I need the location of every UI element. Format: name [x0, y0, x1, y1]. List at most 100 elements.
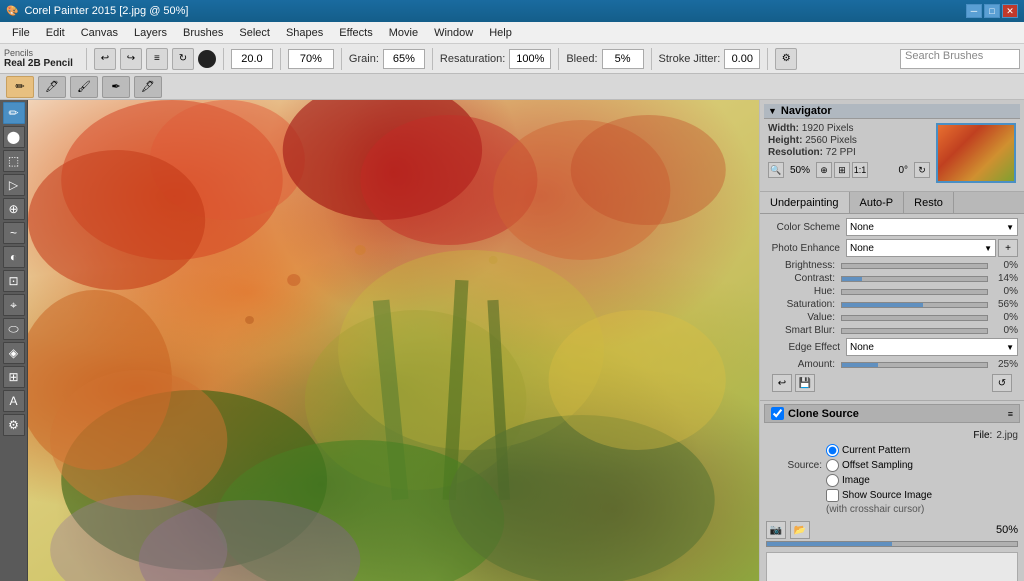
brush-icon-2[interactable]: 🖊 — [38, 76, 66, 98]
clone-open[interactable]: 📂 — [790, 521, 810, 539]
photo-enhance-row: Photo Enhance None + — [766, 239, 1018, 257]
photo-enhance-add[interactable]: + — [998, 239, 1018, 257]
resat-input[interactable]: 100% — [509, 49, 551, 69]
undo-btn[interactable]: ↩ — [772, 374, 792, 392]
size-input[interactable]: 20.0 — [231, 49, 273, 69]
clone-capture[interactable]: 📷 — [766, 521, 786, 539]
save-btn[interactable]: 💾 — [795, 374, 815, 392]
nav-100[interactable]: 1:1 — [852, 162, 868, 178]
value-row: Value: 0% — [766, 312, 1018, 323]
tool-pencil[interactable]: ✏ — [3, 102, 25, 124]
brush-icon-3[interactable]: 🖌 — [70, 76, 98, 98]
bleed-input[interactable]: 5% — [602, 49, 644, 69]
brush-icon-4[interactable]: ✒ — [102, 76, 130, 98]
canvas-area[interactable] — [28, 100, 759, 581]
menu-help[interactable]: Help — [481, 25, 520, 41]
amount-label: Amount: — [766, 359, 841, 370]
window-controls[interactable]: ─ □ ✕ — [966, 4, 1018, 18]
contrast-slider[interactable] — [841, 276, 988, 282]
tool-fill[interactable]: ▷ — [3, 174, 25, 196]
tool-eraser[interactable]: ⬚ — [3, 150, 25, 172]
brush-rotate-btn[interactable]: ↻ — [172, 48, 194, 70]
menu-canvas[interactable]: Canvas — [73, 25, 126, 41]
source-image[interactable]: Image — [826, 474, 913, 487]
tab-underpainting[interactable]: Underpainting — [760, 192, 850, 213]
clone-menu-icon[interactable]: ≡ — [1008, 409, 1013, 419]
smart-blur-val: 0% — [988, 325, 1018, 336]
clone-header[interactable]: Clone Source ≡ — [764, 404, 1020, 423]
minimize-button[interactable]: ─ — [966, 4, 982, 18]
clone-opacity-slider[interactable] — [766, 541, 1018, 547]
tab-auto-p[interactable]: Auto-P — [850, 192, 905, 213]
grain-label: Grain: — [349, 53, 379, 65]
color-scheme-select[interactable]: None — [846, 218, 1018, 236]
amount-slider[interactable] — [841, 362, 988, 368]
nav-rotate[interactable]: ↻ — [914, 162, 930, 178]
tool-layer-adjust[interactable]: ⚙ — [3, 414, 25, 436]
tool-shape[interactable]: ⊞ — [3, 366, 25, 388]
tool-transform[interactable]: ⌖ — [3, 294, 25, 316]
menu-window[interactable]: Window — [426, 25, 481, 41]
menu-brushes[interactable]: Brushes — [175, 25, 231, 41]
clone-checkbox[interactable] — [771, 407, 784, 420]
settings-cog[interactable]: ⚙ — [775, 48, 797, 70]
brush-stroke-btn[interactable]: ↪ — [120, 48, 142, 70]
brush-settings-btn[interactable]: ≡ — [146, 48, 168, 70]
jitter-input[interactable]: 0.00 — [724, 49, 760, 69]
photo-enhance-select[interactable]: None — [846, 239, 996, 257]
source-row: Source: Current Pattern Offset Sampling — [766, 444, 1018, 487]
edge-effect-row: Edge Effect None — [766, 338, 1018, 356]
tool-dodge[interactable]: ◐ — [3, 246, 25, 268]
tool-clone[interactable]: ⊕ — [3, 198, 25, 220]
nav-width: Width: 1920 Pixels — [768, 123, 930, 134]
nav-controls: 🔍 50% ⊕ ⊞ 1:1 0° ↻ — [768, 162, 930, 178]
menu-shapes[interactable]: Shapes — [278, 25, 331, 41]
show-source-checkbox[interactable] — [826, 489, 839, 502]
amount-val: 25% — [988, 359, 1018, 370]
opacity-input[interactable]: 70% — [288, 49, 334, 69]
brush-dab-btn[interactable]: ↩ — [94, 48, 116, 70]
navigator-collapse-icon[interactable]: ▼ — [768, 106, 777, 116]
smart-blur-row: Smart Blur: 0% — [766, 325, 1018, 336]
source-current-pattern[interactable]: Current Pattern — [826, 444, 913, 457]
saturation-slider[interactable] — [841, 302, 988, 308]
menu-file[interactable]: File — [4, 25, 38, 41]
reset-btn[interactable]: ↺ — [992, 374, 1012, 392]
hue-slider[interactable] — [841, 289, 988, 295]
search-brushes[interactable]: Search Brushes — [900, 49, 1020, 69]
brightness-label: Brightness: — [766, 260, 841, 271]
menu-select[interactable]: Select — [231, 25, 278, 41]
edge-effect-select[interactable]: None — [846, 338, 1018, 356]
tool-brush[interactable]: ⬤ — [3, 126, 25, 148]
brush-icon-1[interactable]: ✏ — [6, 76, 34, 98]
contrast-label: Contrast: — [766, 273, 841, 284]
window-title: Corel Painter 2015 [2.jpg @ 50%] — [24, 5, 966, 17]
menu-layers[interactable]: Layers — [126, 25, 175, 41]
menu-movie[interactable]: Movie — [381, 25, 426, 41]
nav-rotation: 0° — [894, 165, 912, 176]
nav-fit[interactable]: ⊞ — [834, 162, 850, 178]
brightness-slider[interactable] — [841, 263, 988, 269]
nav-zoom-in[interactable]: ⊕ — [816, 162, 832, 178]
tool-smear[interactable]: ~ — [3, 222, 25, 244]
tool-text[interactable]: A — [3, 390, 25, 412]
value-slider[interactable] — [841, 315, 988, 321]
tab-resto[interactable]: Resto — [904, 192, 954, 213]
nav-zoom-out[interactable]: 🔍 — [768, 162, 784, 178]
menu-edit[interactable]: Edit — [38, 25, 73, 41]
grain-input[interactable]: 65% — [383, 49, 425, 69]
source-offset-sampling[interactable]: Offset Sampling — [826, 459, 913, 472]
tool-crop[interactable]: ⊡ — [3, 270, 25, 292]
right-panel: ▼ Navigator Width: 1920 Pixels Height: 2… — [759, 100, 1024, 581]
tool-selection[interactable]: ⬭ — [3, 318, 25, 340]
maximize-button[interactable]: □ — [984, 4, 1000, 18]
photo-enhance-label: Photo Enhance — [766, 243, 846, 254]
nav-info: Width: 1920 Pixels Height: 2560 Pixels R… — [768, 123, 930, 158]
tool-magic-wand[interactable]: ◈ — [3, 342, 25, 364]
menu-effects[interactable]: Effects — [331, 25, 380, 41]
brush-icon-5[interactable]: 🖋 — [134, 76, 162, 98]
smart-blur-slider[interactable] — [841, 328, 988, 334]
close-button[interactable]: ✕ — [1002, 4, 1018, 18]
navigator-title: Navigator — [781, 105, 832, 117]
brush-preview — [198, 50, 216, 68]
